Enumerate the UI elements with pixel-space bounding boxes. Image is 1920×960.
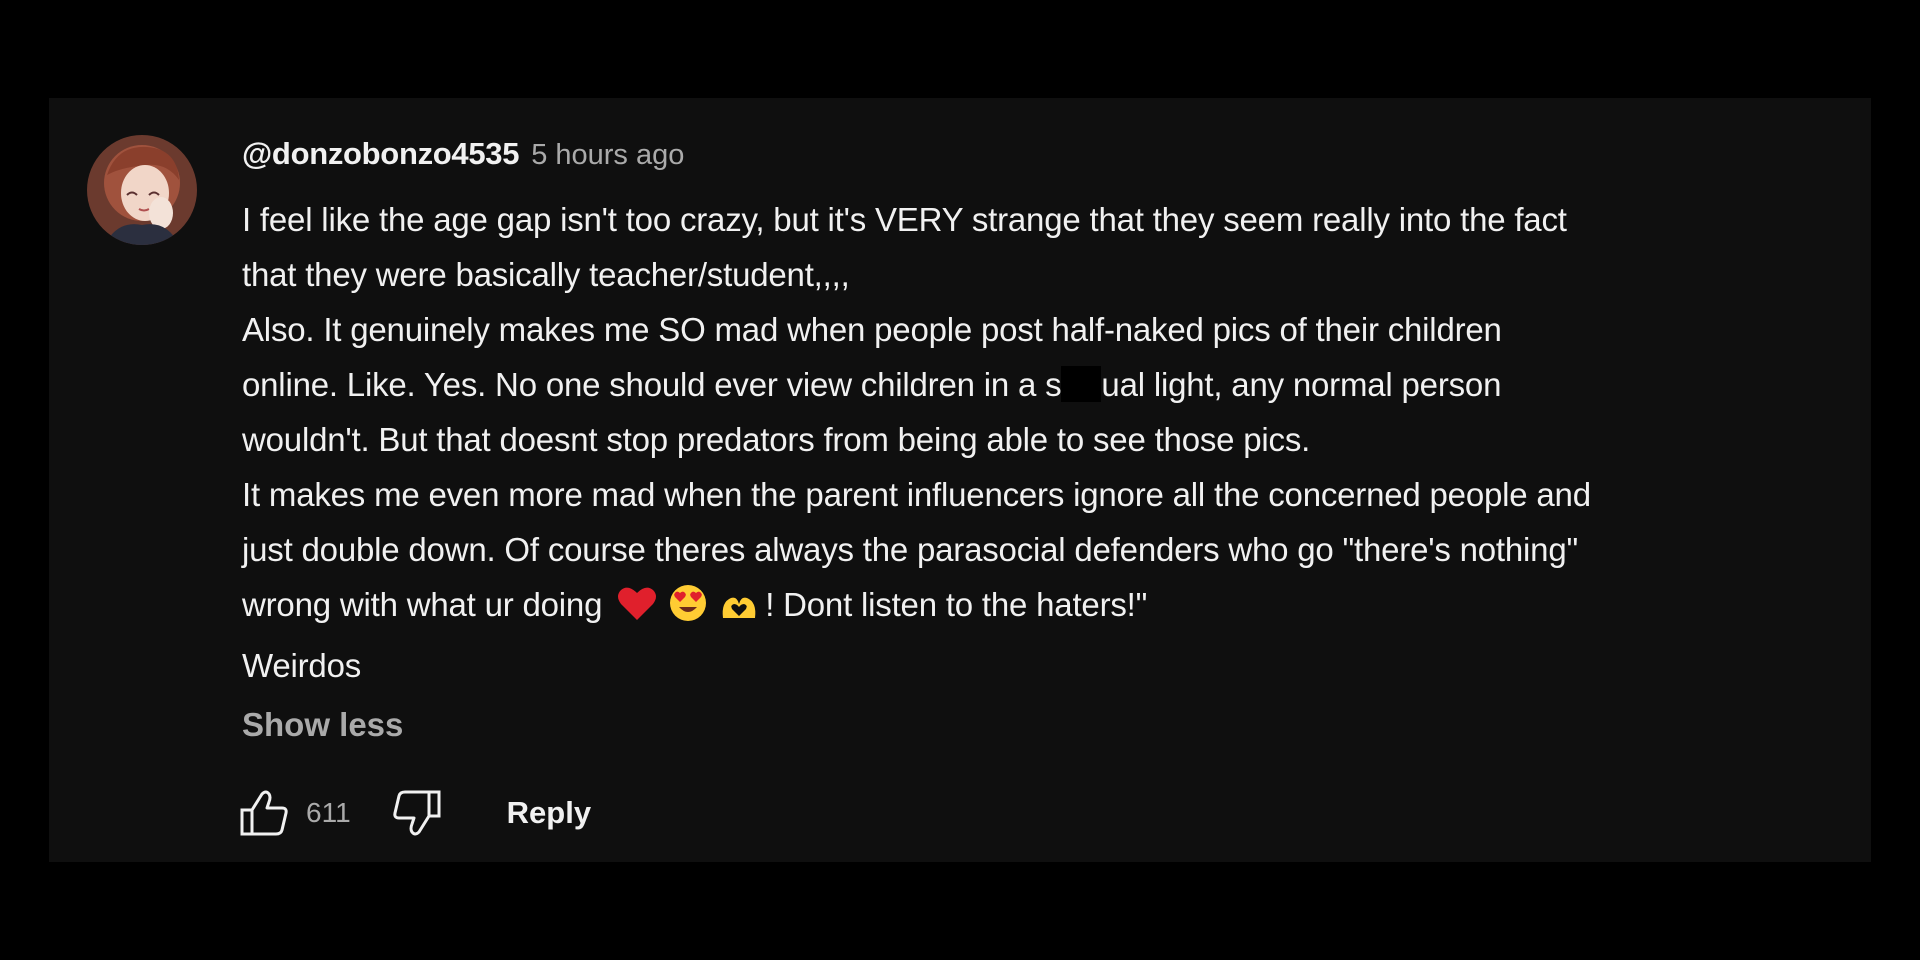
like-button[interactable] [236, 785, 292, 841]
like-count: 611 [306, 796, 351, 828]
censor-bar [1061, 366, 1102, 402]
comment-text: ual light, any normal person [1101, 366, 1502, 403]
dislike-button[interactable] [389, 785, 445, 841]
heart-hands-emoji [719, 583, 759, 638]
heart-eyes-emoji [669, 583, 707, 638]
comment-line-censored: online. Like. Yes. No one should ever vi… [242, 357, 1842, 412]
comment-line: Also. It genuinely makes me SO mad when … [242, 311, 1502, 348]
comment-line: It makes me even more mad when the paren… [242, 476, 1591, 513]
thumbs-down-icon [392, 790, 441, 835]
author-handle[interactable]: @donzobonzo4535 [242, 136, 519, 172]
comment-actions: 611 Reply [236, 785, 591, 840]
avatar-image [87, 135, 197, 245]
comment-header: @donzobonzo4535 5 hours ago [242, 136, 1842, 184]
timestamp[interactable]: 5 hours ago [531, 139, 684, 172]
thumbs-up-icon [240, 790, 288, 835]
comment-text: ! Dont listen to the haters!" [765, 586, 1148, 623]
comment-text: online. Like. Yes. No one should ever vi… [242, 366, 1062, 403]
heart-emoji [617, 583, 657, 638]
avatar[interactable] [87, 135, 197, 245]
comment-line: I feel like the age gap isn't too crazy,… [242, 201, 1567, 238]
comment-line-emoji: wrong with what ur doing ! Dont listen t… [242, 577, 1842, 638]
comment-line: Weirdos [242, 647, 362, 684]
comment-line: that they were basically teacher/student… [242, 256, 850, 293]
show-less-button[interactable]: Show less [242, 706, 403, 744]
reply-button[interactable]: Reply [507, 795, 591, 831]
comment-line: wouldn't. But that doesnt stop predators… [242, 421, 1311, 458]
comment-line: just double down. Of course theres alway… [242, 531, 1578, 568]
comment-content: @donzobonzo4535 5 hours ago I feel like … [242, 136, 1842, 693]
comment-body: I feel like the age gap isn't too crazy,… [242, 192, 1842, 693]
comment-text: wrong with what ur doing [242, 586, 603, 623]
